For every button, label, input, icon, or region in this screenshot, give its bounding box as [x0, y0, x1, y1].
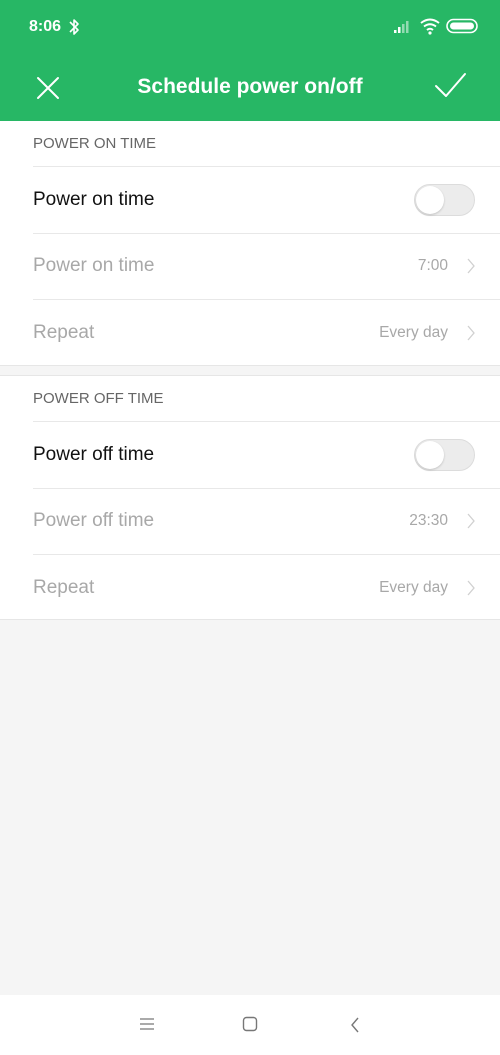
wifi-icon: [420, 18, 440, 35]
chevron-right-icon: [467, 325, 475, 341]
row-label: Power off time: [33, 510, 155, 532]
power-on-time-value: 7:00: [417, 257, 448, 275]
page-title: Schedule power on/off: [137, 75, 363, 98]
chevron-right-icon: [467, 258, 475, 274]
status-time: 8:06: [29, 18, 62, 35]
power-on-repeat-value: Every day: [379, 323, 448, 341]
bluetooth-icon: [69, 19, 79, 35]
chevron-right-icon: [467, 513, 475, 529]
power-off-repeat-row[interactable]: Repeat Every day: [33, 554, 500, 621]
menu-icon[interactable]: [139, 1017, 155, 1031]
app-header: 8:06 Schedule power on/off: [0, 0, 500, 121]
power-on-time-row[interactable]: Power on time 7:00: [33, 232, 500, 300]
back-icon[interactable]: [349, 1016, 361, 1034]
power-on-repeat-row[interactable]: Repeat Every day: [33, 299, 500, 366]
toggle-knob: [416, 440, 444, 469]
power-on-toggle-row: Power on time: [33, 166, 500, 233]
power-off-toggle[interactable]: [414, 438, 475, 471]
power-on-section: POWER ON TIME Power on time Power on tim…: [0, 121, 500, 366]
power-off-toggle-row: Power off time: [33, 421, 500, 488]
power-off-time-row[interactable]: Power off time 23:30: [33, 487, 500, 555]
row-label: Repeat: [33, 321, 95, 343]
row-label: Power off time: [33, 443, 155, 465]
power-on-toggle[interactable]: [414, 183, 475, 216]
signal-icon: [394, 21, 409, 33]
section-header: POWER OFF TIME: [33, 390, 164, 407]
row-label: Power on time: [33, 188, 155, 210]
section-header: POWER ON TIME: [33, 135, 157, 152]
power-off-time-value: 23:30: [409, 512, 448, 530]
row-label: Power on time: [33, 255, 155, 277]
check-icon: [435, 73, 466, 97]
toggle-knob: [416, 185, 444, 214]
status-bar: 8:06: [0, 0, 500, 54]
chevron-right-icon: [467, 580, 475, 596]
confirm-button[interactable]: [430, 68, 470, 104]
power-off-section: POWER OFF TIME Power off time Power off …: [0, 375, 500, 620]
power-off-repeat-value: Every day: [379, 578, 448, 596]
title-bar: Schedule power on/off: [0, 54, 500, 121]
battery-icon: [446, 18, 478, 34]
row-label: Repeat: [33, 576, 95, 598]
system-nav-bar: [0, 995, 500, 1055]
home-icon[interactable]: [242, 1016, 258, 1032]
